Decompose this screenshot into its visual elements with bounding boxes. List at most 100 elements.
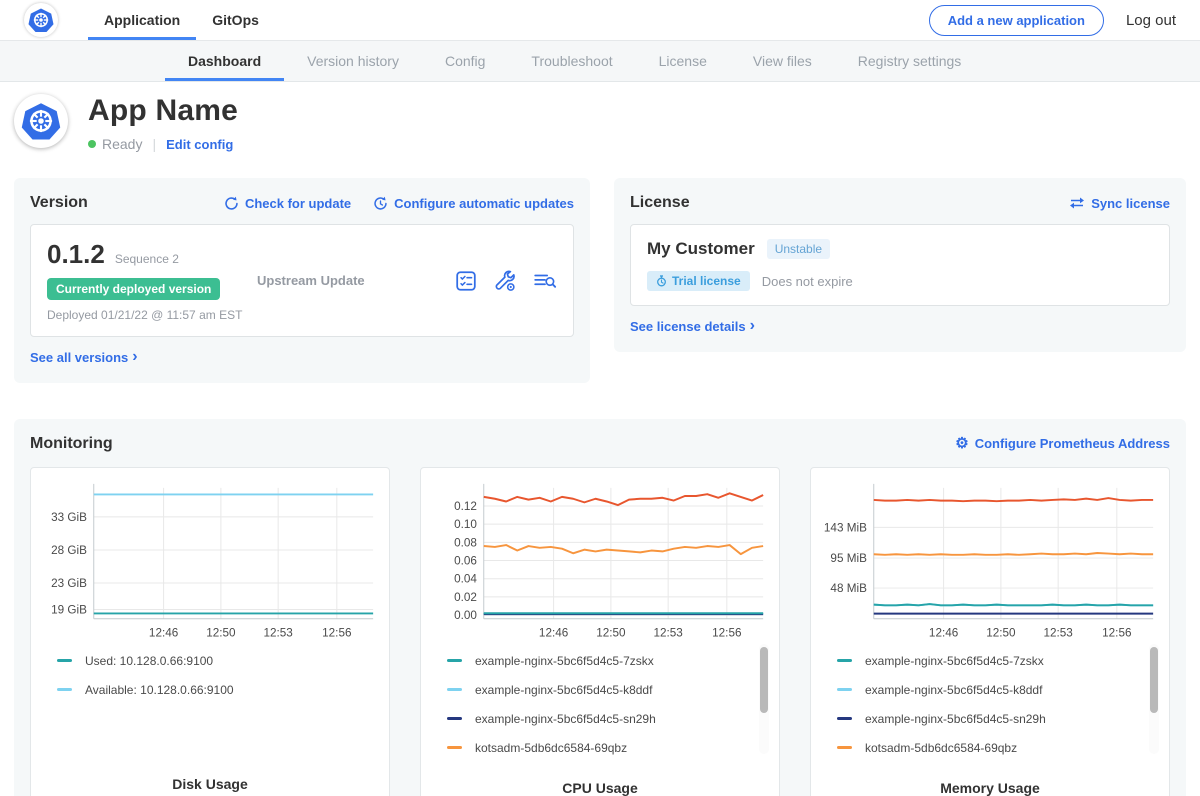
logout-button[interactable]: Log out	[1126, 12, 1176, 29]
legend-label: example-nginx-5bc6f5d4c5-sn29h	[865, 712, 1046, 726]
legend-color-dash	[837, 717, 852, 720]
app-icon	[14, 94, 68, 148]
sync-license-link[interactable]: Sync license	[1069, 196, 1170, 211]
series-line	[874, 604, 1153, 605]
refresh-icon	[224, 196, 239, 211]
svg-text:0.12: 0.12	[454, 499, 477, 512]
series-line	[874, 498, 1153, 501]
svg-text:12:50: 12:50	[596, 626, 626, 639]
tab-troubleshoot[interactable]: Troubleshoot	[508, 41, 635, 81]
kubernetes-logo-icon	[28, 7, 54, 33]
channel-badge: Unstable	[767, 239, 830, 259]
svg-text:28 GiB: 28 GiB	[51, 543, 87, 556]
check-for-update-label: Check for update	[245, 196, 351, 211]
check-for-update-link[interactable]: Check for update	[224, 196, 351, 211]
top-nav-tabs: ApplicationGitOps	[88, 0, 275, 40]
svg-text:12:50: 12:50	[986, 626, 1016, 639]
configure-automatic-updates-label: Configure automatic updates	[394, 196, 574, 211]
legend-scrollbar-thumb[interactable]	[1150, 647, 1158, 713]
legend-item: Available: 10.128.0.66:9100	[57, 683, 365, 697]
svg-text:143 MiB: 143 MiB	[824, 521, 867, 534]
top-tab-gitops[interactable]: GitOps	[196, 0, 275, 40]
view-logs-icon[interactable]	[533, 270, 557, 292]
svg-text:48 MiB: 48 MiB	[830, 581, 867, 594]
legend-color-dash	[447, 659, 462, 662]
legend-item: kotsadm-5db6dc6584-69qbz	[447, 741, 755, 755]
svg-text:12:56: 12:56	[712, 626, 741, 639]
tab-license[interactable]: License	[636, 41, 730, 81]
legend-label: example-nginx-5bc6f5d4c5-k8ddf	[865, 683, 1042, 697]
top-tab-application[interactable]: Application	[88, 0, 196, 40]
legend-color-dash	[447, 746, 462, 749]
trial-license-label: Trial license	[672, 274, 741, 288]
tab-version-history[interactable]: Version history	[284, 41, 422, 81]
version-source: Upstream Update	[257, 273, 455, 288]
see-all-versions-link[interactable]: See all versions ›	[30, 349, 138, 365]
svg-text:12:56: 12:56	[1102, 626, 1131, 639]
chart-title: Memory Usage	[821, 770, 1159, 796]
legend-label: Used: 10.128.0.66:9100	[85, 654, 213, 668]
sync-license-label: Sync license	[1091, 196, 1170, 211]
monitoring-panel: Monitoring ⚙ Configure Prometheus Addres…	[14, 419, 1186, 796]
version-panel: Version Check for update Configure au	[14, 178, 590, 383]
sync-arrows-icon	[1069, 196, 1085, 210]
chart-plot: 48 MiB95 MiB143 MiB12:4612:5012:5312:56	[821, 480, 1159, 644]
svg-text:0.00: 0.00	[454, 608, 477, 621]
svg-text:95 MiB: 95 MiB	[830, 551, 867, 564]
chart-card-disk-usage: 19 GiB23 GiB28 GiB33 GiB12:4612:5012:531…	[30, 467, 390, 796]
legend-item: example-nginx-5bc6f5d4c5-7zskx	[447, 654, 755, 668]
configure-automatic-updates-link[interactable]: Configure automatic updates	[373, 196, 574, 211]
legend-item: example-nginx-5bc6f5d4c5-k8ddf	[447, 683, 755, 697]
svg-text:12:56: 12:56	[322, 626, 351, 639]
series-line	[484, 545, 763, 554]
stopwatch-icon	[656, 275, 667, 287]
legend-label: kotsadm-5db6dc6584-69qbz	[475, 741, 627, 755]
legend-label: kotsadm-5db6dc6584-69qbz	[865, 741, 1017, 755]
edit-config-link[interactable]: Edit config	[166, 137, 233, 152]
legend-item: example-nginx-5bc6f5d4c5-7zskx	[837, 654, 1145, 668]
tab-registry-settings[interactable]: Registry settings	[835, 41, 984, 81]
app-status: Ready	[102, 136, 142, 152]
legend-scrollbar-thumb[interactable]	[760, 647, 768, 713]
charts-row: 19 GiB23 GiB28 GiB33 GiB12:4612:5012:531…	[30, 467, 1170, 796]
svg-text:0.04: 0.04	[454, 572, 477, 585]
version-sequence: Sequence 2	[115, 252, 179, 266]
legend-label: example-nginx-5bc6f5d4c5-7zskx	[475, 654, 654, 668]
legend-color-dash	[57, 659, 72, 662]
app-kubernetes-icon	[21, 101, 61, 141]
tab-config[interactable]: Config	[422, 41, 508, 81]
svg-text:0.08: 0.08	[454, 536, 477, 549]
chevron-right-icon: ›	[132, 349, 137, 365]
configure-prometheus-link[interactable]: ⚙ Configure Prometheus Address	[955, 436, 1170, 451]
legend-scrollbar[interactable]	[759, 644, 769, 754]
svg-text:12:46: 12:46	[149, 626, 178, 639]
tab-view-files[interactable]: View files	[730, 41, 835, 81]
config-wrench-icon[interactable]	[493, 269, 517, 293]
gear-icon: ⚙	[955, 436, 968, 451]
svg-text:12:46: 12:46	[929, 626, 958, 639]
kubernetes-logo[interactable]	[24, 3, 58, 37]
preflight-checks-icon[interactable]	[455, 270, 477, 292]
svg-text:0.02: 0.02	[454, 590, 477, 603]
chart-card-memory-usage: 48 MiB95 MiB143 MiB12:4612:5012:5312:56e…	[810, 467, 1170, 796]
legend-color-dash	[837, 688, 852, 691]
add-new-application-button[interactable]: Add a new application	[929, 5, 1104, 36]
legend-item: example-nginx-5bc6f5d4c5-k8ddf	[837, 683, 1145, 697]
see-license-details-link[interactable]: See license details ›	[630, 318, 755, 334]
version-number: 0.1.2	[47, 239, 105, 270]
legend-item: Used: 10.128.0.66:9100	[57, 654, 365, 668]
chevron-right-icon: ›	[750, 318, 755, 334]
legend-scrollbar[interactable]	[1149, 644, 1159, 754]
legend-color-dash	[447, 688, 462, 691]
svg-text:33 GiB: 33 GiB	[51, 510, 87, 523]
svg-text:0.10: 0.10	[454, 518, 477, 531]
chart-plot: 0.000.020.040.060.080.100.1212:4612:5012…	[431, 480, 769, 644]
divider: |	[152, 136, 156, 152]
version-panel-title: Version	[30, 194, 88, 212]
legend-item: example-nginx-5bc6f5d4c5-sn29h	[447, 712, 755, 726]
tab-dashboard[interactable]: Dashboard	[165, 41, 284, 81]
legend-color-dash	[57, 688, 72, 691]
status-dot	[88, 140, 96, 148]
svg-text:12:46: 12:46	[539, 626, 568, 639]
legend-label: Available: 10.128.0.66:9100	[85, 683, 234, 697]
